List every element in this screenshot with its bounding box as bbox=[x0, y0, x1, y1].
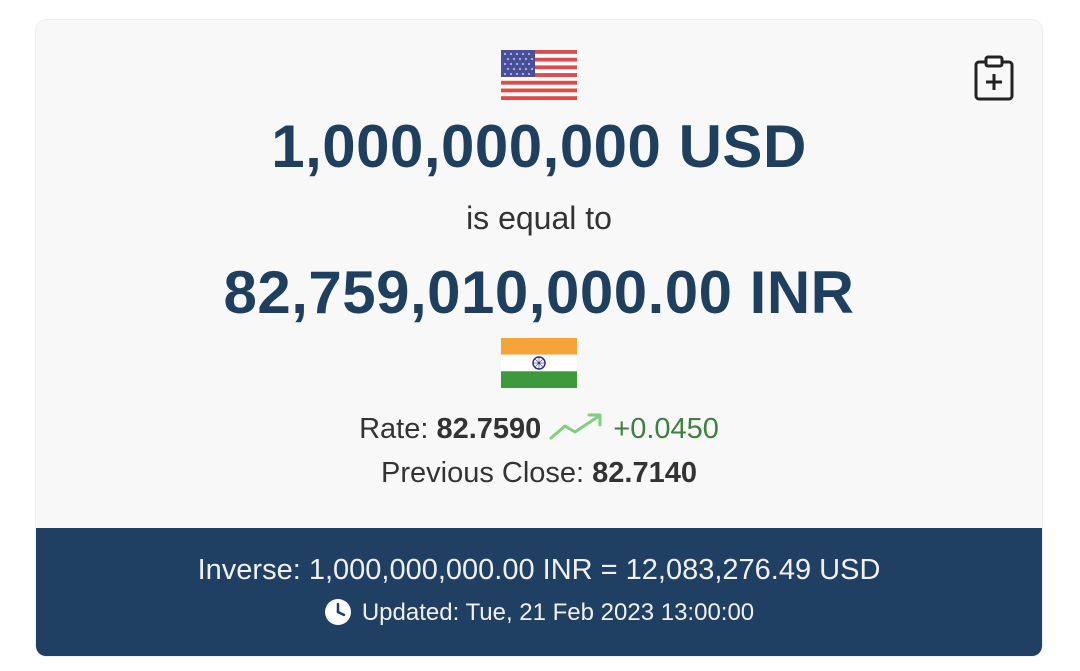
rate-label: Rate: bbox=[359, 413, 429, 445]
us-flag-icon bbox=[501, 50, 577, 100]
conversion-card: 1,000,000,000 USD is equal to 82,759,010… bbox=[36, 20, 1042, 656]
rate-value: 82.7590 bbox=[436, 413, 542, 445]
previous-close-label: Previous Close: bbox=[381, 457, 585, 489]
clipboard-add-icon[interactable] bbox=[973, 54, 1015, 102]
inverse-rate: Inverse: 1,000,000,000.00 INR = 12,083,2… bbox=[197, 554, 881, 586]
equal-to-label: is equal to bbox=[466, 200, 612, 236]
clock-icon bbox=[324, 599, 351, 625]
rate-change: +0.0450 bbox=[613, 413, 719, 445]
inverse-panel: Inverse: 1,000,000,000.00 INR = 12,083,2… bbox=[36, 528, 1042, 656]
rate-line: Rate: 82.7590 +0.0450 bbox=[36, 412, 1042, 446]
updated-text: Updated: Tue, 21 Feb 2023 13:00:00 bbox=[361, 599, 755, 626]
previous-close-value: 82.7140 bbox=[592, 457, 697, 489]
to-amount: 82,759,010,000.00 INR bbox=[223, 259, 855, 326]
from-amount: 1,000,000,000 USD bbox=[271, 113, 807, 180]
previous-close-line: Previous Close: 82.7140 bbox=[36, 457, 1042, 490]
trend-up-icon bbox=[549, 413, 602, 440]
updated-line: Updated: Tue, 21 Feb 2023 13:00:00 bbox=[36, 598, 1042, 627]
india-flag-icon bbox=[501, 338, 577, 388]
conversion-result: 1,000,000,000 USD is equal to 82,759,010… bbox=[36, 20, 1042, 528]
